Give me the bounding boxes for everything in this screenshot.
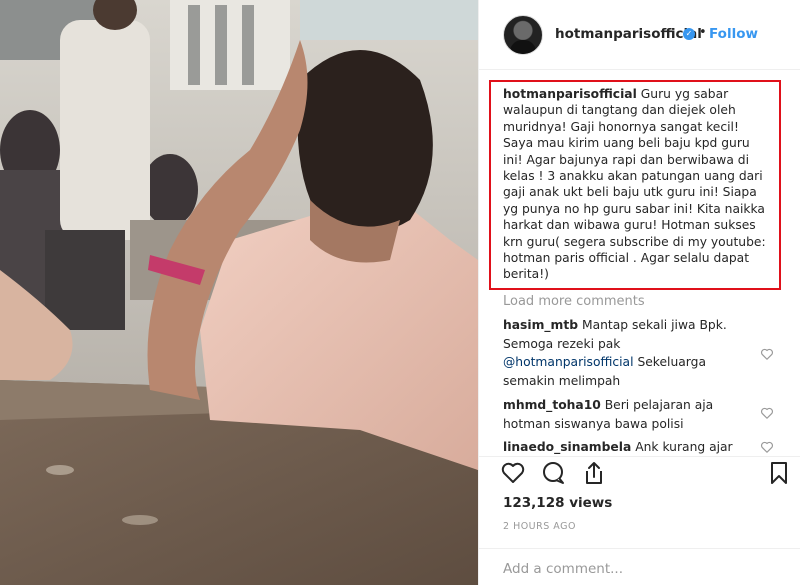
comment-username[interactable]: mhmd_toha10 (503, 398, 601, 412)
comment-like-heart-icon[interactable] (760, 406, 774, 420)
view-count[interactable]: 123,128 views (503, 495, 612, 511)
post-timestamp[interactable]: 2 HOURS AGO (503, 521, 576, 532)
bookmark-icon[interactable] (765, 459, 793, 487)
comment-item: mhmd_toha10 Beri pelajaran aja hotman si… (503, 396, 743, 433)
load-more-comments-button[interactable]: Load more comments (503, 294, 645, 309)
header-username[interactable]: hotmanparisofficial (555, 26, 702, 42)
video-frame-image (0, 0, 478, 585)
post-caption: hotmanparisofficial Guru yg sabar walaup… (489, 80, 781, 290)
caption-text: Guru yg sabar walaupun di tangtang dan d… (503, 87, 766, 282)
verified-badge-icon: ✓ (683, 28, 695, 40)
comment-like-heart-icon[interactable] (760, 440, 774, 454)
comment-text: Ank kurang ajar (635, 440, 733, 454)
post-sidebar: hotmanparisofficial ✓ • Follow hotmanpar… (478, 0, 800, 585)
post-header: hotmanparisofficial ✓ • Follow (479, 0, 800, 70)
caption-username[interactable]: hotmanparisofficial (503, 87, 637, 101)
share-icon[interactable] (580, 459, 608, 487)
comments-list: hasim_mtb Mantap sekali jiwa Bpk. Semoga… (479, 314, 800, 456)
comment-username[interactable]: hasim_mtb (503, 318, 578, 332)
post-video[interactable] (0, 0, 478, 585)
comment-username[interactable]: linaedo_sinambela (503, 440, 631, 454)
comment-mention-link[interactable]: @hotmanparisofficial (503, 355, 634, 369)
comment-item: linaedo_sinambela Ank kurang ajar (503, 438, 743, 456)
add-comment-input[interactable] (501, 557, 785, 581)
avatar[interactable] (503, 15, 543, 55)
add-comment-bar (479, 548, 800, 585)
heart-icon[interactable] (499, 459, 527, 487)
comment-like-heart-icon[interactable] (760, 347, 774, 361)
comment-item: hasim_mtb Mantap sekali jiwa Bpk. Semoga… (503, 316, 743, 390)
follow-button[interactable]: Follow (709, 26, 758, 42)
separator-dot: • (699, 25, 707, 40)
post-actions (479, 456, 800, 492)
comment-icon[interactable] (539, 459, 567, 487)
